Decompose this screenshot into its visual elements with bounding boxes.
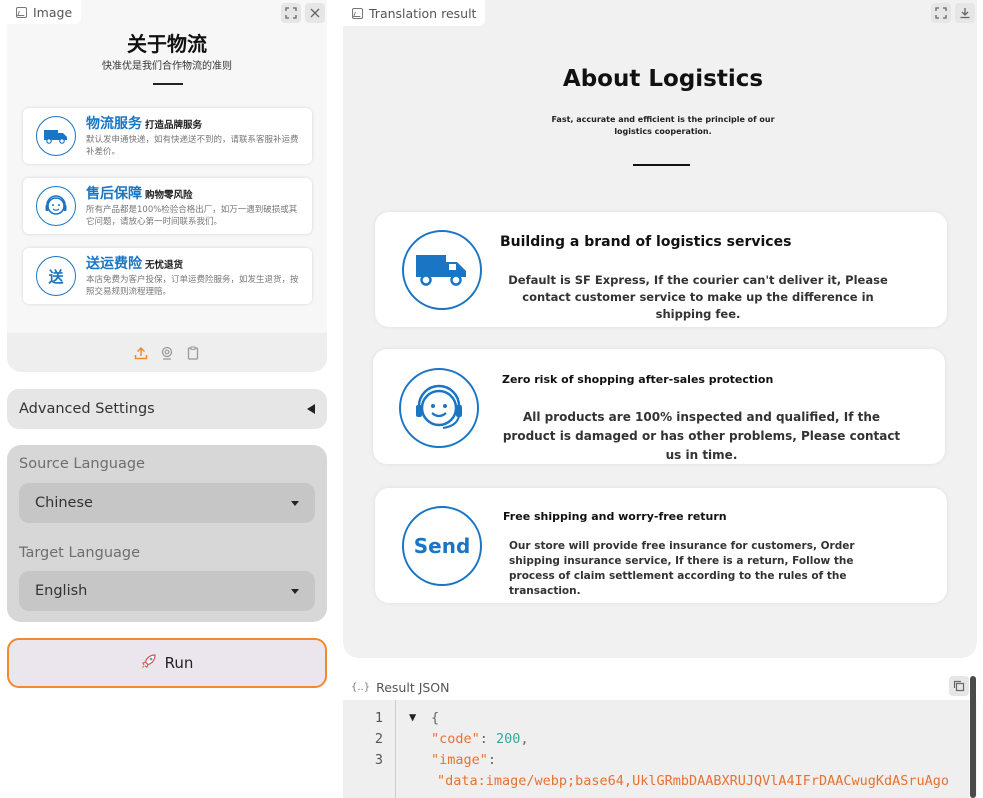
source-language-label: Source Language xyxy=(19,456,145,472)
json-value: 200 xyxy=(496,731,520,747)
result-json-tab: {..} Result JSON xyxy=(343,674,458,700)
image-tab: Image xyxy=(7,0,81,24)
webcam-icon[interactable] xyxy=(160,346,174,360)
advanced-settings-label: Advanced Settings xyxy=(19,401,155,417)
divider xyxy=(633,164,690,166)
source-card-logistics: 物流服务打造品牌服务 默认发申通快递，如有快递送不到的，请联系客服补运费补差价。 xyxy=(23,108,312,164)
translation-result-tab: Translation result xyxy=(343,0,485,26)
download-icon[interactable] xyxy=(955,3,975,23)
gutter-divider xyxy=(395,700,396,798)
target-language-label: Target Language xyxy=(19,545,140,561)
source-image: 关于物流 快准优是我们合作物流的准则 物流服务打造品牌服务 默认发申通快递，如有… xyxy=(7,0,327,333)
source-card-title: 售后保障 xyxy=(86,186,142,202)
json-key: "code" xyxy=(431,731,480,747)
translated-card-title: Free shipping and worry-free return xyxy=(503,510,727,523)
json-line-image: "image": xyxy=(431,752,496,768)
result-panel-buttons xyxy=(931,3,975,23)
translation-result-tab-label: Translation result xyxy=(369,6,476,21)
language-settings: Source Language Chinese Target Language … xyxy=(7,445,327,622)
source-image-subtitle: 快准优是我们合作物流的准则 xyxy=(7,57,327,72)
run-button-label: Run xyxy=(165,654,194,672)
fullscreen-icon[interactable] xyxy=(931,3,951,23)
image-panel: 关于物流 快准优是我们合作物流的准则 物流服务打造品牌服务 默认发申通快递，如有… xyxy=(7,0,327,372)
source-card-desc: 默认发申通快递，如有快递送不到的，请联系客服补运费补差价。 xyxy=(86,134,304,158)
rocket-icon xyxy=(141,653,157,673)
result-json-panel: {..} Result JSON 1 2 3 ▼ { "code": 200, … xyxy=(343,674,977,798)
clipboard-icon[interactable] xyxy=(186,346,200,360)
target-language-value: English xyxy=(35,583,87,599)
chevron-down-icon xyxy=(291,589,299,594)
json-code-viewer[interactable]: 1 2 3 ▼ { "code": 200, "image": "data:im… xyxy=(343,700,969,798)
json-line-code: "code": 200, xyxy=(431,731,529,747)
translated-card-desc: Our store will provide free insurance fo… xyxy=(509,539,889,599)
source-card-title: 物流服务 xyxy=(86,116,142,132)
translated-card-shipping: Send Free shipping and worry-free return… xyxy=(375,488,947,603)
source-card-tag: 无忧退货 xyxy=(145,260,183,271)
close-icon[interactable] xyxy=(305,3,325,23)
translated-subtitle: Fast, accurate and efficient is the prin… xyxy=(533,114,793,138)
send-badge-icon: Send xyxy=(402,506,482,586)
translated-card-title: Building a brand of logistics services xyxy=(500,234,791,250)
target-language-select[interactable]: English xyxy=(19,571,315,611)
source-language-value: Chinese xyxy=(35,495,93,511)
headset-icon xyxy=(36,186,76,226)
translated-card-desc: Default is SF Express, If the courier ca… xyxy=(503,272,893,323)
source-card-shipping: 送 送运费险无忧退货 本店免费为客户投保，订单运费险服务，如发生退货，按照交易规… xyxy=(23,248,312,304)
truck-icon xyxy=(402,230,482,310)
send-badge-icon: 送 xyxy=(36,256,76,296)
source-card-tag: 打造品牌服务 xyxy=(145,120,202,131)
translated-card-aftersales: Zero risk of shopping after-sales protec… xyxy=(373,349,945,464)
source-card-desc: 本店免费为客户投保，订单运费险服务，如发生退货，按照交易规则流程理赔。 xyxy=(86,274,304,298)
translation-result-panel: About Logistics Fast, accurate and effic… xyxy=(343,0,977,658)
chevron-down-icon xyxy=(291,501,299,506)
translated-card-desc: All products are 100% inspected and qual… xyxy=(499,408,904,465)
result-json-tab-label: Result JSON xyxy=(376,680,449,695)
fullscreen-icon[interactable] xyxy=(281,3,301,23)
divider xyxy=(153,83,183,85)
image-panel-buttons xyxy=(281,3,325,23)
json-open-brace: { xyxy=(431,710,439,726)
translated-card-title: Zero risk of shopping after-sales protec… xyxy=(502,373,773,386)
upload-icon[interactable] xyxy=(134,346,148,360)
line-number: 2 xyxy=(363,731,383,747)
image-source-toolbar xyxy=(7,333,327,372)
scrollbar[interactable] xyxy=(970,676,976,798)
translated-title: About Logistics xyxy=(343,66,977,92)
headset-icon xyxy=(399,368,479,448)
collapse-toggle-icon[interactable]: ▼ xyxy=(409,710,416,724)
source-card-desc: 所有产品都是100%检验合格出厂，如万一遇到破损或其它问题，请放心第一时间联系我… xyxy=(86,204,304,228)
image-icon xyxy=(352,8,363,19)
copy-icon[interactable] xyxy=(949,676,969,696)
braces-icon: {..} xyxy=(351,682,370,693)
run-button[interactable]: Run xyxy=(7,638,327,688)
caret-left-icon xyxy=(307,404,315,414)
source-language-select[interactable]: Chinese xyxy=(19,483,315,523)
image-tab-label: Image xyxy=(33,5,72,20)
advanced-settings-accordion[interactable]: Advanced Settings xyxy=(7,389,327,429)
translated-card-logistics: Building a brand of logistics services D… xyxy=(375,212,947,327)
line-number: 1 xyxy=(363,710,383,726)
json-image-value: "data:image/webp;base64,UklGRmbDAABXRUJQ… xyxy=(437,773,949,789)
source-card-title: 送运费险 xyxy=(86,256,142,272)
source-image-title: 关于物流 xyxy=(7,28,327,57)
source-card-tag: 购物零风险 xyxy=(145,190,193,201)
truck-icon xyxy=(36,116,76,156)
image-icon xyxy=(16,7,27,18)
line-number: 3 xyxy=(363,752,383,768)
json-key: "image" xyxy=(431,752,488,768)
source-card-aftersales: 售后保障购物零风险 所有产品都是100%检验合格出厂，如万一遇到破损或其它问题，… xyxy=(23,178,312,234)
